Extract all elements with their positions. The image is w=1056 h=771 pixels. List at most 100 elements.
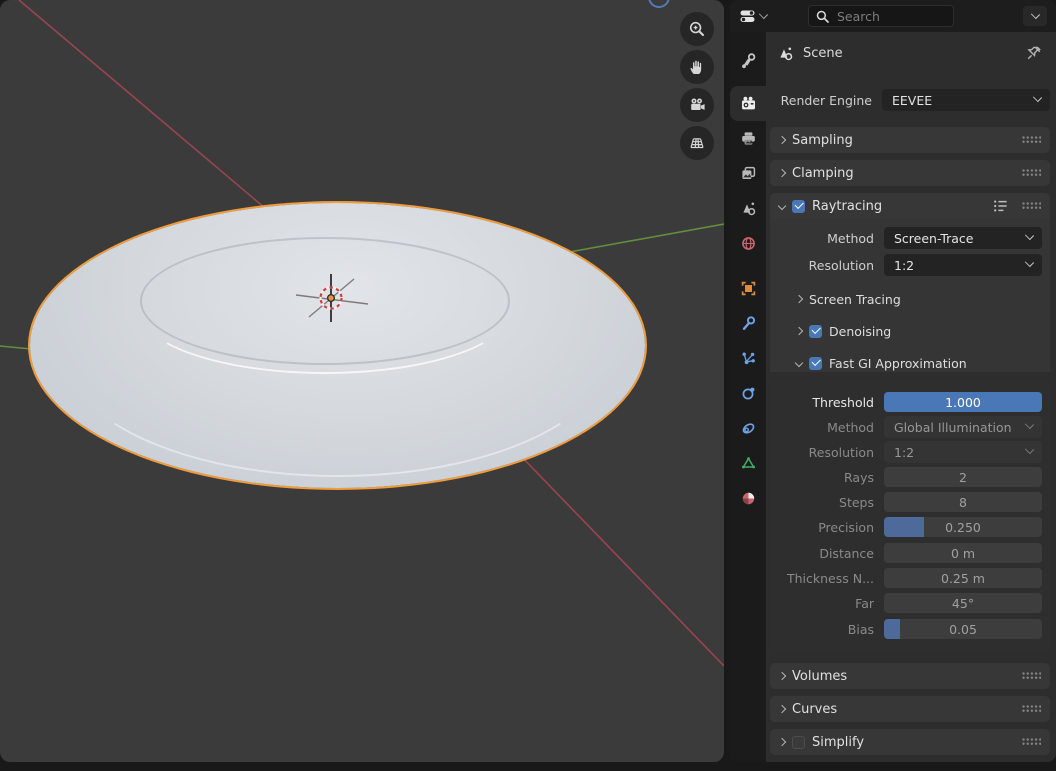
- grip-handle-icon[interactable]: [1022, 705, 1041, 713]
- gi-resolution-select[interactable]: 1:2: [884, 441, 1042, 463]
- object-data-icon: [740, 455, 757, 472]
- header-menu-button[interactable]: [1023, 6, 1047, 26]
- distance-field[interactable]: 0 m: [884, 543, 1042, 563]
- properties-tab-column: [730, 32, 766, 762]
- chevron-right-icon: [778, 136, 786, 144]
- panel-title: Volumes: [792, 669, 847, 684]
- chevron-right-icon: [795, 295, 803, 303]
- panel-header-volumes[interactable]: Volumes: [770, 663, 1050, 689]
- search-icon: [816, 10, 829, 23]
- zoom-button[interactable]: [680, 12, 714, 46]
- tab-world[interactable]: [730, 226, 766, 261]
- editor-type-button[interactable]: [735, 5, 771, 27]
- search-box[interactable]: [808, 5, 954, 27]
- tool-icon: [740, 52, 757, 69]
- grip-handle-icon[interactable]: [1022, 169, 1041, 177]
- precision-slider[interactable]: 0.250: [884, 517, 1042, 537]
- tab-physics[interactable]: [730, 376, 766, 411]
- grip-handle-icon[interactable]: [1022, 738, 1041, 746]
- projection-toggle-button[interactable]: [680, 126, 714, 160]
- tab-output[interactable]: [730, 121, 766, 156]
- tab-material[interactable]: [730, 481, 766, 516]
- zoom-in-icon: [688, 20, 706, 38]
- distance-row: Distance 0 m: [772, 543, 1042, 563]
- modifiers-wrench-icon: [740, 315, 757, 332]
- panel-header-clamping[interactable]: Clamping: [770, 160, 1050, 186]
- steps-field[interactable]: 8: [884, 492, 1042, 512]
- panel-header-curves[interactable]: Curves: [770, 696, 1050, 722]
- tab-view-layer[interactable]: [730, 156, 766, 191]
- panel-title: Raytracing: [812, 199, 882, 214]
- far-field[interactable]: 45°: [884, 593, 1042, 613]
- chevron-down-icon: [778, 202, 786, 210]
- subpanel-fast-gi[interactable]: Fast GI Approximation: [796, 354, 1050, 372]
- particles-icon: [740, 350, 757, 367]
- tab-object-data[interactable]: [730, 446, 766, 481]
- properties-header: [730, 0, 1056, 32]
- pin-icon[interactable]: [1025, 44, 1043, 62]
- tab-object[interactable]: [730, 271, 766, 306]
- panel-header-sampling[interactable]: Sampling: [770, 127, 1050, 153]
- tab-tool[interactable]: [730, 43, 766, 78]
- camera-icon: [688, 96, 706, 114]
- camera-view-button[interactable]: [680, 88, 714, 122]
- far-row: Far 45°: [772, 593, 1042, 613]
- breadcrumb-scene[interactable]: Scene: [803, 46, 843, 61]
- chevron-down-icon: [1030, 9, 1039, 18]
- rays-field[interactable]: 2: [884, 467, 1042, 487]
- gi-resolution-row: Resolution 1:2: [772, 442, 1042, 462]
- grid-icon: [688, 134, 706, 152]
- resolution-select[interactable]: 1:2: [884, 254, 1042, 276]
- panel-title: Curves: [792, 702, 837, 717]
- panel-header-simplify[interactable]: Simplify: [770, 729, 1050, 755]
- subpanel-denoising[interactable]: Denoising: [796, 322, 1050, 340]
- bias-slider[interactable]: 0.05: [884, 619, 1042, 639]
- pan-button[interactable]: [680, 50, 714, 84]
- chevron-right-icon: [778, 169, 786, 177]
- tab-particles[interactable]: [730, 341, 766, 376]
- chevron-down-icon: [1025, 420, 1034, 429]
- denoising-checkbox[interactable]: [809, 325, 822, 338]
- chevron-down-icon: [759, 9, 768, 18]
- chevron-down-icon: [1025, 231, 1034, 240]
- grip-handle-icon[interactable]: [1022, 202, 1041, 210]
- search-input[interactable]: [835, 8, 935, 25]
- tab-modifiers[interactable]: [730, 306, 766, 341]
- presets-list-icon[interactable]: [993, 199, 1009, 213]
- panel-header-raytracing[interactable]: Raytracing: [770, 193, 1050, 219]
- hand-icon: [688, 58, 706, 76]
- material-icon: [740, 490, 757, 507]
- method-row: Method Screen-Trace: [772, 227, 1042, 249]
- tab-constraints[interactable]: [730, 411, 766, 446]
- chevron-down-icon: [1025, 445, 1034, 454]
- steps-row: Steps 8: [772, 492, 1042, 512]
- breadcrumb: Scene: [770, 38, 1050, 68]
- gi-method-select[interactable]: Global Illumination: [884, 416, 1042, 438]
- properties-content: Scene Render Engine EEVEE Samplin: [766, 32, 1056, 762]
- subpanel-screen-tracing[interactable]: Screen Tracing: [796, 290, 1050, 308]
- chevron-right-icon: [795, 327, 803, 335]
- render-engine-select[interactable]: EEVEE: [882, 89, 1050, 111]
- threshold-slider[interactable]: 1.000: [884, 392, 1042, 412]
- scene-icon: [777, 45, 794, 62]
- grip-handle-icon[interactable]: [1022, 672, 1041, 680]
- rays-row: Rays 2: [772, 467, 1042, 487]
- chevron-right-icon: [778, 738, 786, 746]
- grip-handle-icon[interactable]: [1022, 136, 1041, 144]
- tab-scene[interactable]: [730, 191, 766, 226]
- world-icon: [740, 235, 757, 252]
- tab-render[interactable]: [730, 86, 766, 121]
- fast-gi-checkbox[interactable]: [809, 357, 822, 370]
- thickness-field[interactable]: 0.25 m: [884, 568, 1042, 588]
- threshold-row: Threshold 1.000: [772, 392, 1042, 412]
- raytracing-checkbox[interactable]: [792, 200, 805, 213]
- 3d-cursor: [0, 0, 724, 762]
- simplify-checkbox[interactable]: [792, 736, 805, 749]
- properties-editor: Scene Render Engine EEVEE Samplin: [730, 0, 1056, 762]
- render-engine-row: Render Engine EEVEE: [770, 88, 1050, 112]
- method-select[interactable]: Screen-Trace: [884, 227, 1042, 249]
- raytracing-panel-body: Method Screen-Trace Resolution 1:2 Scr: [770, 219, 1050, 372]
- resolution-row: Resolution 1:2: [772, 254, 1042, 276]
- 3d-viewport[interactable]: [0, 0, 724, 762]
- viewport-gizmo-buttons: [680, 12, 714, 160]
